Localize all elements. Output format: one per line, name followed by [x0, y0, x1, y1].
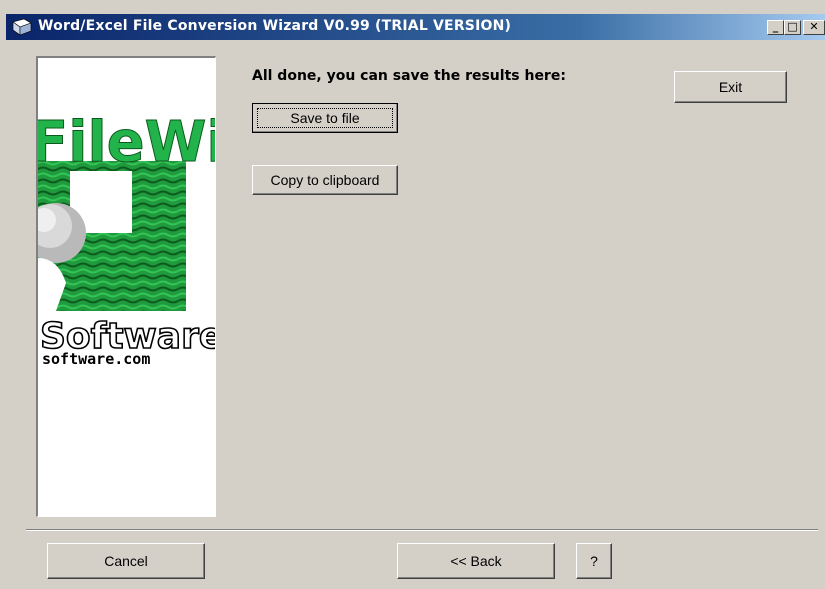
copy-to-clipboard-button[interactable]: Copy to clipboard: [252, 165, 398, 195]
close-button[interactable]: ✕: [803, 20, 825, 35]
exit-button[interactable]: Exit: [674, 71, 787, 103]
filewiz-logo: FileWiz Software software.com: [38, 110, 216, 368]
save-to-file-button[interactable]: Save to file: [252, 103, 398, 133]
help-label: ?: [590, 553, 598, 569]
minimize-button[interactable]: _: [767, 20, 784, 35]
exit-label: Exit: [718, 79, 743, 95]
window-title: Word/Excel File Conversion Wizard V0.99 …: [38, 18, 512, 34]
help-button[interactable]: ?: [576, 543, 612, 579]
back-label: << Back: [450, 553, 502, 569]
maximize-icon: □: [787, 20, 798, 33]
title-bar[interactable]: Word/Excel File Conversion Wizard V0.99 …: [6, 14, 825, 40]
page-heading: All done, you can save the results here:: [252, 68, 566, 84]
logo-word-top: FileWiz: [38, 110, 216, 175]
save-to-file-label: Save to file: [290, 110, 360, 126]
minimize-icon: _: [772, 20, 779, 33]
footer-separator: [26, 529, 818, 531]
copy-to-clipboard-label: Copy to clipboard: [270, 172, 380, 188]
app-icon: [12, 18, 32, 36]
wizard-window: Word/Excel File Conversion Wizard V0.99 …: [0, 0, 825, 589]
close-icon: ✕: [809, 20, 819, 33]
logo-url: software.com: [42, 350, 150, 368]
maximize-button[interactable]: □: [784, 20, 801, 35]
wizard-banner: FileWiz Software software.com: [36, 56, 216, 517]
back-button[interactable]: << Back: [397, 543, 555, 579]
cancel-label: Cancel: [104, 553, 148, 569]
cancel-button[interactable]: Cancel: [47, 543, 205, 579]
